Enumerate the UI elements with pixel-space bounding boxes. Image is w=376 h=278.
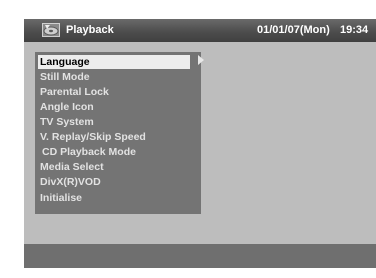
menu-item-label: Angle Icon: [40, 101, 94, 113]
menu-item-cd-playback-mode[interactable]: CD Playback Mode: [38, 145, 198, 159]
page-title: Playback: [66, 24, 114, 36]
menu-item-label: Language: [40, 56, 90, 68]
menu-item-initialise[interactable]: Initialise: [38, 191, 198, 205]
menu-item-label: TV System: [40, 116, 94, 128]
menu-item-tv-system[interactable]: TV System: [38, 115, 198, 129]
header-bar: Playback 01/01/07(Mon) 19:34: [24, 19, 376, 42]
menu-item-label: Parental Lock: [40, 86, 109, 98]
time-display: 19:34: [340, 24, 369, 36]
status-bar: [24, 244, 376, 268]
playback-screen: Playback 01/01/07(Mon) 19:34 Language St…: [24, 19, 376, 268]
right-arrow-icon: [198, 55, 204, 65]
menu-item-label: V. Replay/Skip Speed: [40, 131, 146, 143]
menu-item-label: CD Playback Mode: [42, 146, 136, 158]
menu-item-replay-skip-speed[interactable]: V. Replay/Skip Speed: [38, 130, 198, 144]
menu-item-divx-vod[interactable]: DivX(R)VOD: [38, 175, 198, 189]
menu-item-parental-lock[interactable]: Parental Lock: [38, 85, 198, 99]
menu-item-label: Initialise: [40, 192, 83, 204]
disc-playback-icon: [42, 23, 60, 37]
menu-item-label: Media Select: [40, 161, 104, 173]
menu-item-angle-icon[interactable]: Angle Icon: [38, 100, 198, 114]
menu-item-label: DivX(R)VOD: [40, 176, 101, 188]
menu-item-still-mode[interactable]: Still Mode: [38, 70, 198, 84]
menu-item-media-select[interactable]: Media Select: [38, 160, 198, 174]
settings-menu: Language Still Mode Parental Lock Angle …: [35, 52, 204, 214]
date-display: 01/01/07(Mon): [257, 24, 330, 36]
menu-item-language[interactable]: Language: [38, 55, 190, 69]
menu-item-label: Still Mode: [40, 71, 90, 83]
